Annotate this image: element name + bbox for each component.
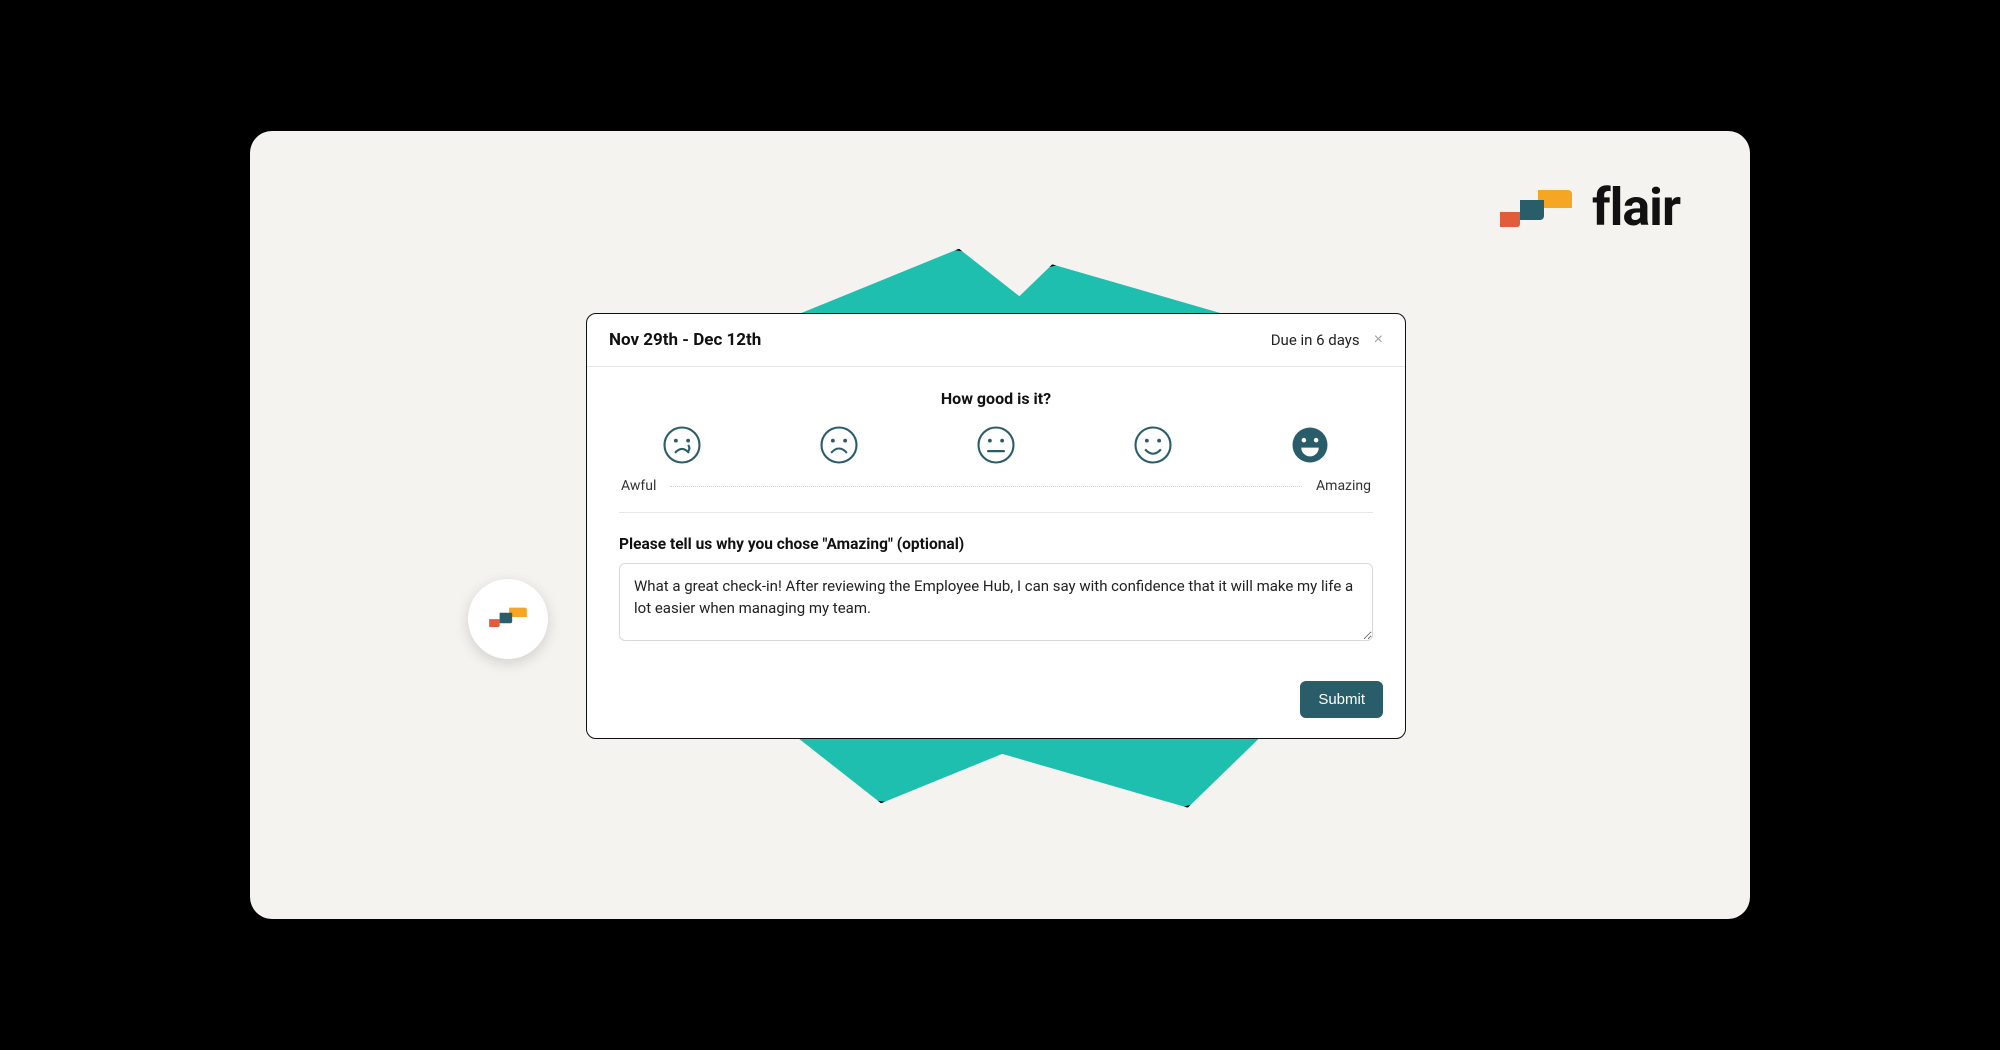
face-neutral-icon[interactable] — [973, 422, 1019, 468]
modal-footer: Submit — [587, 667, 1405, 738]
face-amazing-icon[interactable] — [1287, 422, 1333, 468]
checkin-modal: Nov 29th - Dec 12th Due in 6 days × How … — [586, 313, 1406, 739]
divider — [619, 512, 1373, 513]
feedback-textarea[interactable] — [619, 563, 1373, 641]
submit-button[interactable]: Submit — [1300, 681, 1383, 718]
brand-name: flair — [1592, 177, 1680, 238]
flair-logo-icon — [1494, 186, 1578, 230]
face-happy-icon[interactable] — [1130, 422, 1176, 468]
feedback-prompt: Please tell us why you chose "Amazing" (… — [619, 535, 1373, 553]
rating-faces — [619, 422, 1373, 468]
close-icon[interactable]: × — [1374, 332, 1383, 348]
app-canvas: flair Nov 29th - Dec 12th Due in 6 days … — [250, 131, 1750, 919]
flair-logo-icon — [486, 603, 530, 635]
face-sad-icon[interactable] — [816, 422, 862, 468]
scale-guideline — [670, 486, 1302, 487]
brand-logo: flair — [1494, 177, 1680, 238]
question-label: How good is it? — [619, 389, 1373, 408]
modal-header: Nov 29th - Dec 12th Due in 6 days × — [587, 314, 1405, 367]
scale-low-label: Awful — [621, 478, 656, 494]
rating-scale: Awful Amazing — [619, 478, 1373, 494]
brand-badge — [468, 579, 548, 659]
scale-high-label: Amazing — [1316, 478, 1371, 494]
period-range: Nov 29th - Dec 12th — [609, 330, 761, 350]
face-awful-icon[interactable] — [659, 422, 705, 468]
due-label: Due in 6 days — [1271, 331, 1360, 349]
